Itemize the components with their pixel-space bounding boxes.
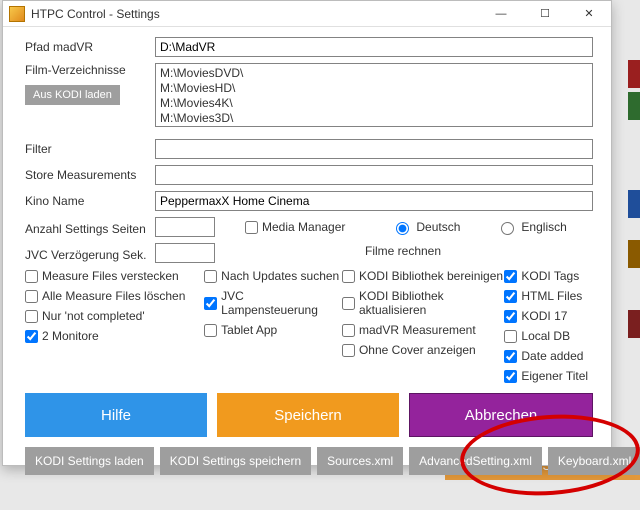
close-button[interactable]: ✕ — [567, 1, 611, 27]
checkbox-two_mon[interactable]: 2 Monitore — [25, 329, 204, 343]
checkbox-label-dateadd: Date added — [521, 349, 583, 363]
checkbox-input-no_cover[interactable] — [342, 344, 355, 357]
checkbox-eigen[interactable]: Eigener Titel — [504, 369, 593, 383]
checkbox-html[interactable]: HTML Files — [504, 289, 593, 303]
checkbox-label-two_mon: 2 Monitore — [42, 329, 99, 343]
checkbox-label-updates: Nach Updates suchen — [221, 269, 339, 283]
checkbox-input-mf_hide[interactable] — [25, 270, 38, 283]
checkbox-jvclamp[interactable]: JVC Lampensteuerung — [204, 289, 342, 317]
pfad-input[interactable] — [155, 37, 593, 57]
checkbox-label-mf_hide: Measure Files verstecken — [42, 269, 179, 283]
bg-strip — [628, 190, 640, 218]
checkbox-label-not_comp: Nur 'not completed' — [42, 309, 145, 323]
cancel-button[interactable]: Abbrechen — [409, 393, 593, 437]
checkbox-label-localdb: Local DB — [521, 329, 570, 343]
lang-de-label: Deutsch — [416, 220, 460, 234]
checkbox-tablet[interactable]: Tablet App — [204, 323, 342, 337]
checkbox-madvr_m[interactable]: madVR Measurement — [342, 323, 504, 337]
kino-input[interactable] — [155, 191, 593, 211]
save-button[interactable]: Speichern — [217, 393, 399, 437]
checkbox-no_cover[interactable]: Ohne Cover anzeigen — [342, 343, 504, 357]
checkbox-input-tablet[interactable] — [204, 324, 217, 337]
app-icon — [9, 6, 25, 22]
checkbox-label-bib_clean: KODI Bibliothek bereinigen — [359, 269, 503, 283]
checkbox-not_comp[interactable]: Nur 'not completed' — [25, 309, 204, 323]
checkbox-label-k17: KODI 17 — [521, 309, 567, 323]
label-pages: Anzahl Settings Seiten — [25, 219, 155, 236]
checkbox-input-k17[interactable] — [504, 310, 517, 323]
checkbox-input-jvclamp[interactable] — [204, 297, 217, 310]
checkbox-label-tags: KODI Tags — [521, 269, 579, 283]
label-filmdirs: Film-Verzeichnisse — [25, 63, 155, 77]
lang-en-label: Englisch — [521, 220, 566, 234]
checkbox-updates[interactable]: Nach Updates suchen — [204, 269, 342, 283]
checks-filme: KODI Bibliothek bereinigen KODI Bibliothe… — [342, 269, 504, 389]
checkbox-input-bib_clean[interactable] — [342, 270, 355, 283]
checkbox-tags[interactable]: KODI Tags — [504, 269, 593, 283]
checkbox-label-html: HTML Files — [521, 289, 582, 303]
filmdirs-listbox[interactable]: M:\MoviesDVD\ M:\MoviesHD\ M:\Movies4K\ … — [155, 63, 593, 127]
bg-strip — [628, 310, 640, 338]
checkbox-input-eigen[interactable] — [504, 370, 517, 383]
label-kino: Kino Name — [25, 191, 155, 208]
label-store: Store Measurements — [25, 165, 155, 182]
checkbox-label-madvr_m: madVR Measurement — [359, 323, 476, 337]
checkbox-input-html[interactable] — [504, 290, 517, 303]
mediamgr-label: Media Manager — [262, 220, 345, 234]
pages-input[interactable] — [155, 217, 215, 237]
checkbox-input-dateadd[interactable] — [504, 350, 517, 363]
store-input[interactable] — [155, 165, 593, 185]
help-button[interactable]: Hilfe — [25, 393, 207, 437]
checkbox-label-no_cover: Ohne Cover anzeigen — [359, 343, 476, 357]
load-kodi-button[interactable]: Aus KODI laden — [25, 85, 120, 105]
kodi-load-button[interactable]: KODI Settings laden — [25, 447, 154, 475]
bg-strip — [628, 92, 640, 120]
checkbox-label-bib_upd: KODI Bibliothek aktualisieren — [359, 289, 504, 317]
bg-strip — [628, 240, 640, 268]
checkbox-input-localdb[interactable] — [504, 330, 517, 343]
maximize-button[interactable]: ☐ — [523, 1, 567, 27]
checkbox-input-madvr_m[interactable] — [342, 324, 355, 337]
label-filter: Filter — [25, 139, 155, 156]
filter-input[interactable] — [155, 139, 593, 159]
checkbox-bib_clean[interactable]: KODI Bibliothek bereinigen — [342, 269, 504, 283]
checkbox-localdb[interactable]: Local DB — [504, 329, 593, 343]
checkbox-label-eigen: Eigener Titel — [521, 369, 588, 383]
checkbox-mf_hide[interactable]: Measure Files verstecken — [25, 269, 204, 283]
checkbox-dateadd[interactable]: Date added — [504, 349, 593, 363]
keyboard-button[interactable]: Keyboard.xml — [548, 447, 640, 475]
lang-de-radio[interactable] — [396, 222, 409, 235]
jvc-input[interactable] — [155, 243, 215, 263]
filme-rechnen-heading: Filme rechnen — [365, 244, 441, 258]
label-pfad: Pfad madVR — [25, 37, 155, 54]
lang-en-radio[interactable] — [501, 222, 514, 235]
checkbox-input-bib_upd[interactable] — [342, 297, 355, 310]
label-jvc: JVC Verzögerung Sek. — [25, 245, 155, 262]
checkbox-mf_del[interactable]: Alle Measure Files löschen — [25, 289, 204, 303]
checkbox-input-mf_del[interactable] — [25, 290, 38, 303]
bg-strip — [628, 60, 640, 88]
checks-left: Measure Files verstecken Alle Measure Fil… — [25, 269, 204, 389]
mediamgr-checkbox[interactable] — [245, 221, 258, 234]
checks-mid: Nach Updates suchen JVC Lampensteuerung Ta… — [204, 269, 342, 389]
checkbox-input-not_comp[interactable] — [25, 310, 38, 323]
checkbox-input-two_mon[interactable] — [25, 330, 38, 343]
checkbox-k17[interactable]: KODI 17 — [504, 309, 593, 323]
sources-button[interactable]: Sources.xml — [317, 447, 403, 475]
titlebar: HTPC Control - Settings — ☐ ✕ — [3, 1, 611, 27]
checkbox-bib_upd[interactable]: KODI Bibliothek aktualisieren — [342, 289, 504, 317]
minimize-button[interactable]: — — [479, 1, 523, 27]
window-title: HTPC Control - Settings — [31, 7, 479, 21]
checkbox-label-jvclamp: JVC Lampensteuerung — [221, 289, 342, 317]
settings-window: HTPC Control - Settings — ☐ ✕ Pfad madVR… — [2, 0, 612, 466]
checkbox-input-tags[interactable] — [504, 270, 517, 283]
checkbox-label-tablet: Tablet App — [221, 323, 277, 337]
advsetting-button[interactable]: AdvancedSetting.xml — [409, 447, 542, 475]
checkbox-input-updates[interactable] — [204, 270, 217, 283]
checkbox-label-mf_del: Alle Measure Files löschen — [42, 289, 185, 303]
kodi-save-button[interactable]: KODI Settings speichern — [160, 447, 311, 475]
checks-right: KODI Tags HTML Files KODI 17 Local DB Date a… — [504, 269, 593, 389]
